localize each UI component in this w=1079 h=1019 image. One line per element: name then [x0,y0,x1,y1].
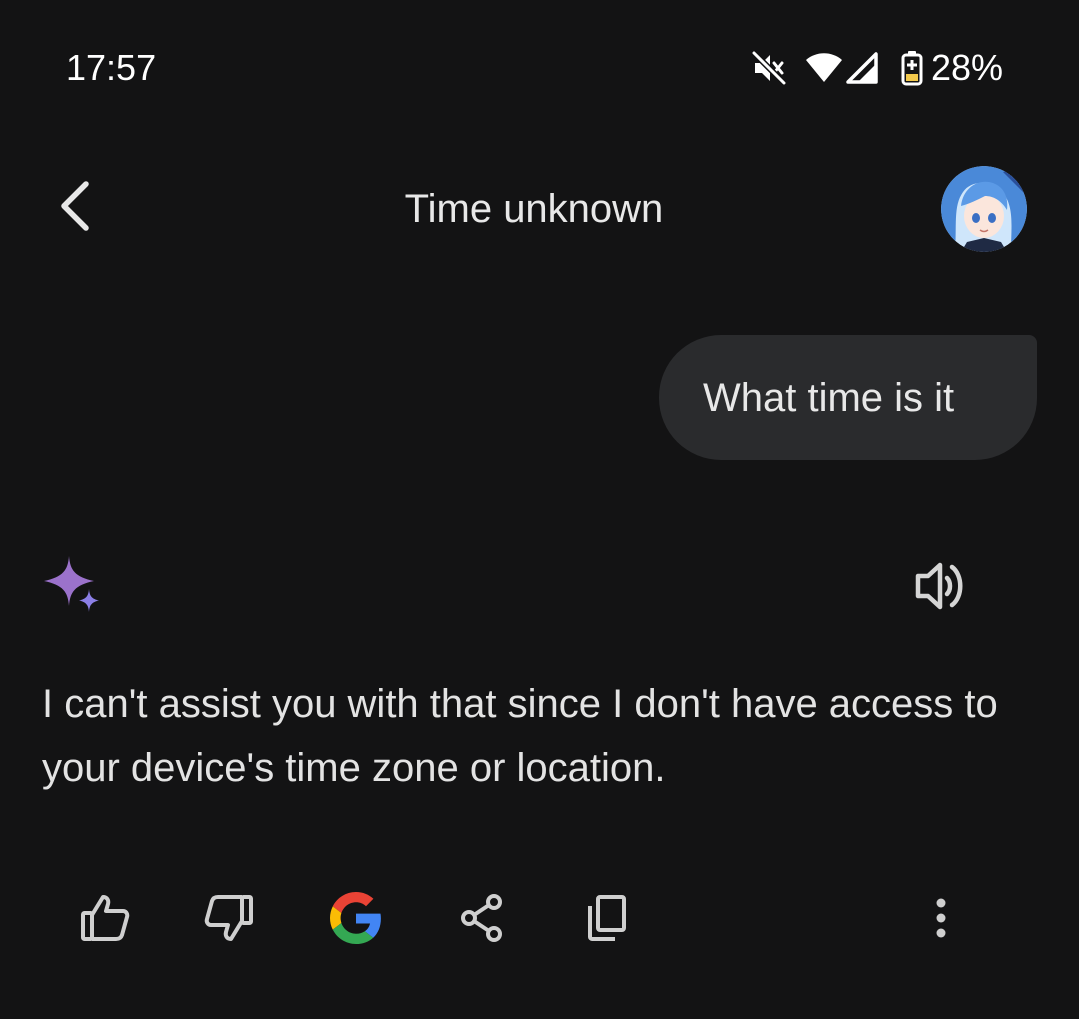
speaker-button[interactable] [912,558,970,614]
google-search-button[interactable] [326,890,386,950]
status-icons: 28% [751,46,1003,90]
sparkle-icon [42,556,102,619]
speaker-icon [912,562,970,618]
user-message-text: What time is it [703,375,955,420]
status-time: 17:57 [66,47,157,88]
cell-signal-icon [845,52,879,84]
wifi-icon [805,52,843,84]
thumbs-down-icon [203,893,255,948]
page-title: Time unknown [404,187,664,231]
copy-icon [585,893,629,948]
share-icon [458,893,506,948]
battery-percent: 28% [930,47,1003,88]
response-action-bar [0,890,1079,950]
thumbs-up-button[interactable] [75,890,135,950]
user-message-bubble: What time is it [659,335,1037,460]
more-options-icon [935,898,947,943]
thumbs-down-button[interactable] [199,890,259,950]
share-button[interactable] [452,890,512,950]
google-icon [330,891,382,949]
thumbs-up-icon [79,893,131,948]
mute-icon [751,50,787,86]
copy-button[interactable] [577,890,637,950]
battery-charging-icon [901,50,923,86]
more-options-button[interactable] [911,890,971,950]
assistant-response-text: I can't assist you with that since I don… [42,682,998,790]
user-avatar[interactable] [941,166,1027,252]
